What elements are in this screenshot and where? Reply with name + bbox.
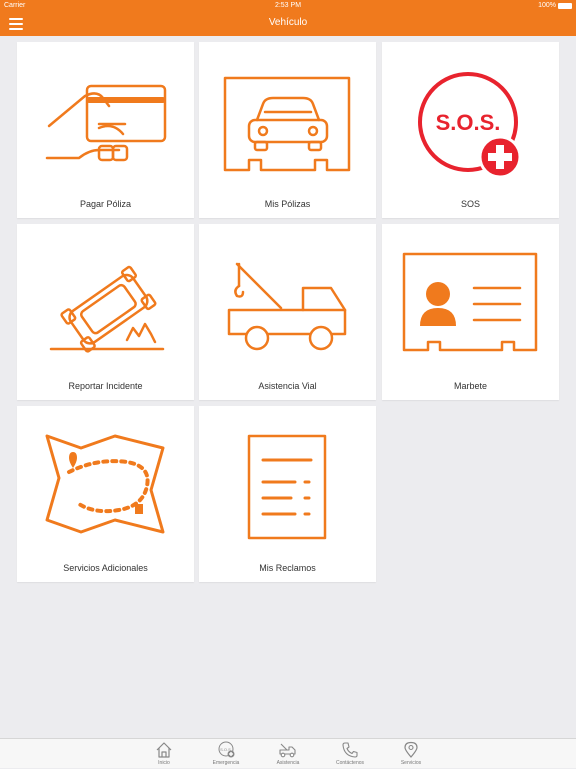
tab-label: Inicio (158, 760, 170, 766)
tile-label: Servicios Adicionales (63, 563, 148, 573)
tile-label: Reportar Incidente (68, 381, 143, 391)
phone-icon (342, 742, 358, 758)
tab-servicios[interactable]: Servicios (381, 739, 441, 769)
tab-label: Servicios (400, 760, 422, 766)
tile-mis-polizas[interactable]: Mis Pólizas (199, 42, 376, 218)
tile-mis-reclamos[interactable]: Mis Reclamos (199, 406, 376, 582)
tab-label: Emergencia (212, 760, 240, 766)
tile-label: Mis Pólizas (264, 199, 311, 209)
page-title: Vehículo (268, 17, 308, 28)
document-icon (247, 434, 327, 540)
id-card-icon (402, 252, 538, 352)
status-time: 2:53 PM (274, 2, 302, 9)
tab-contactenos[interactable]: Contáctenos (320, 739, 380, 769)
tile-reportar-incidente[interactable]: Reportar Incidente (17, 224, 194, 400)
tile-asistencia-vial[interactable]: Asistencia Vial (199, 224, 376, 400)
tab-inicio[interactable]: Inicio (134, 739, 194, 769)
nav-bar: Vehículo (0, 12, 576, 36)
location-pin-icon (404, 741, 418, 758)
tile-label: Marbete (453, 381, 488, 391)
tab-asistencia[interactable]: Asistencia (258, 739, 318, 769)
tile-label: SOS (460, 199, 480, 209)
tab-emergencia[interactable]: S.O.S. Emergencia (196, 739, 256, 769)
tab-bar: Inicio S.O.S. Emergencia Asistencia Cont… (0, 738, 576, 768)
tile-marbete[interactable]: Marbete (382, 224, 559, 400)
map-icon (45, 434, 165, 534)
tile-label: Mis Reclamos (259, 563, 316, 573)
tile-servicios-adicionales[interactable]: Servicios Adicionales (17, 406, 194, 582)
tab-label: Asistencia (276, 760, 300, 766)
tile-label: Asistencia Vial (258, 381, 317, 391)
sos-icon: S.O.S. (218, 741, 235, 758)
battery-icon (558, 2, 572, 9)
sos-icon-text: S.O.S. (436, 110, 501, 135)
home-icon (156, 742, 172, 758)
tow-truck-icon (227, 262, 347, 351)
car-policy-icon (223, 76, 351, 172)
tab-label: Contáctenos (335, 760, 365, 766)
status-bar: Carrier 2:53 PM 100% (0, 0, 576, 12)
tow-truck-icon (279, 743, 296, 758)
battery-percent: 100% (538, 2, 556, 9)
crash-icon (49, 265, 165, 353)
card-payment-icon (45, 84, 167, 162)
tile-pagar-poliza[interactable]: Pagar Póliza (17, 42, 194, 218)
tile-label: Pagar Póliza (79, 199, 132, 209)
battery-indicator: 100% (538, 2, 572, 9)
sos-icon: S.O.S. (418, 72, 522, 179)
tile-sos[interactable]: S.O.S. SOS (382, 42, 559, 218)
